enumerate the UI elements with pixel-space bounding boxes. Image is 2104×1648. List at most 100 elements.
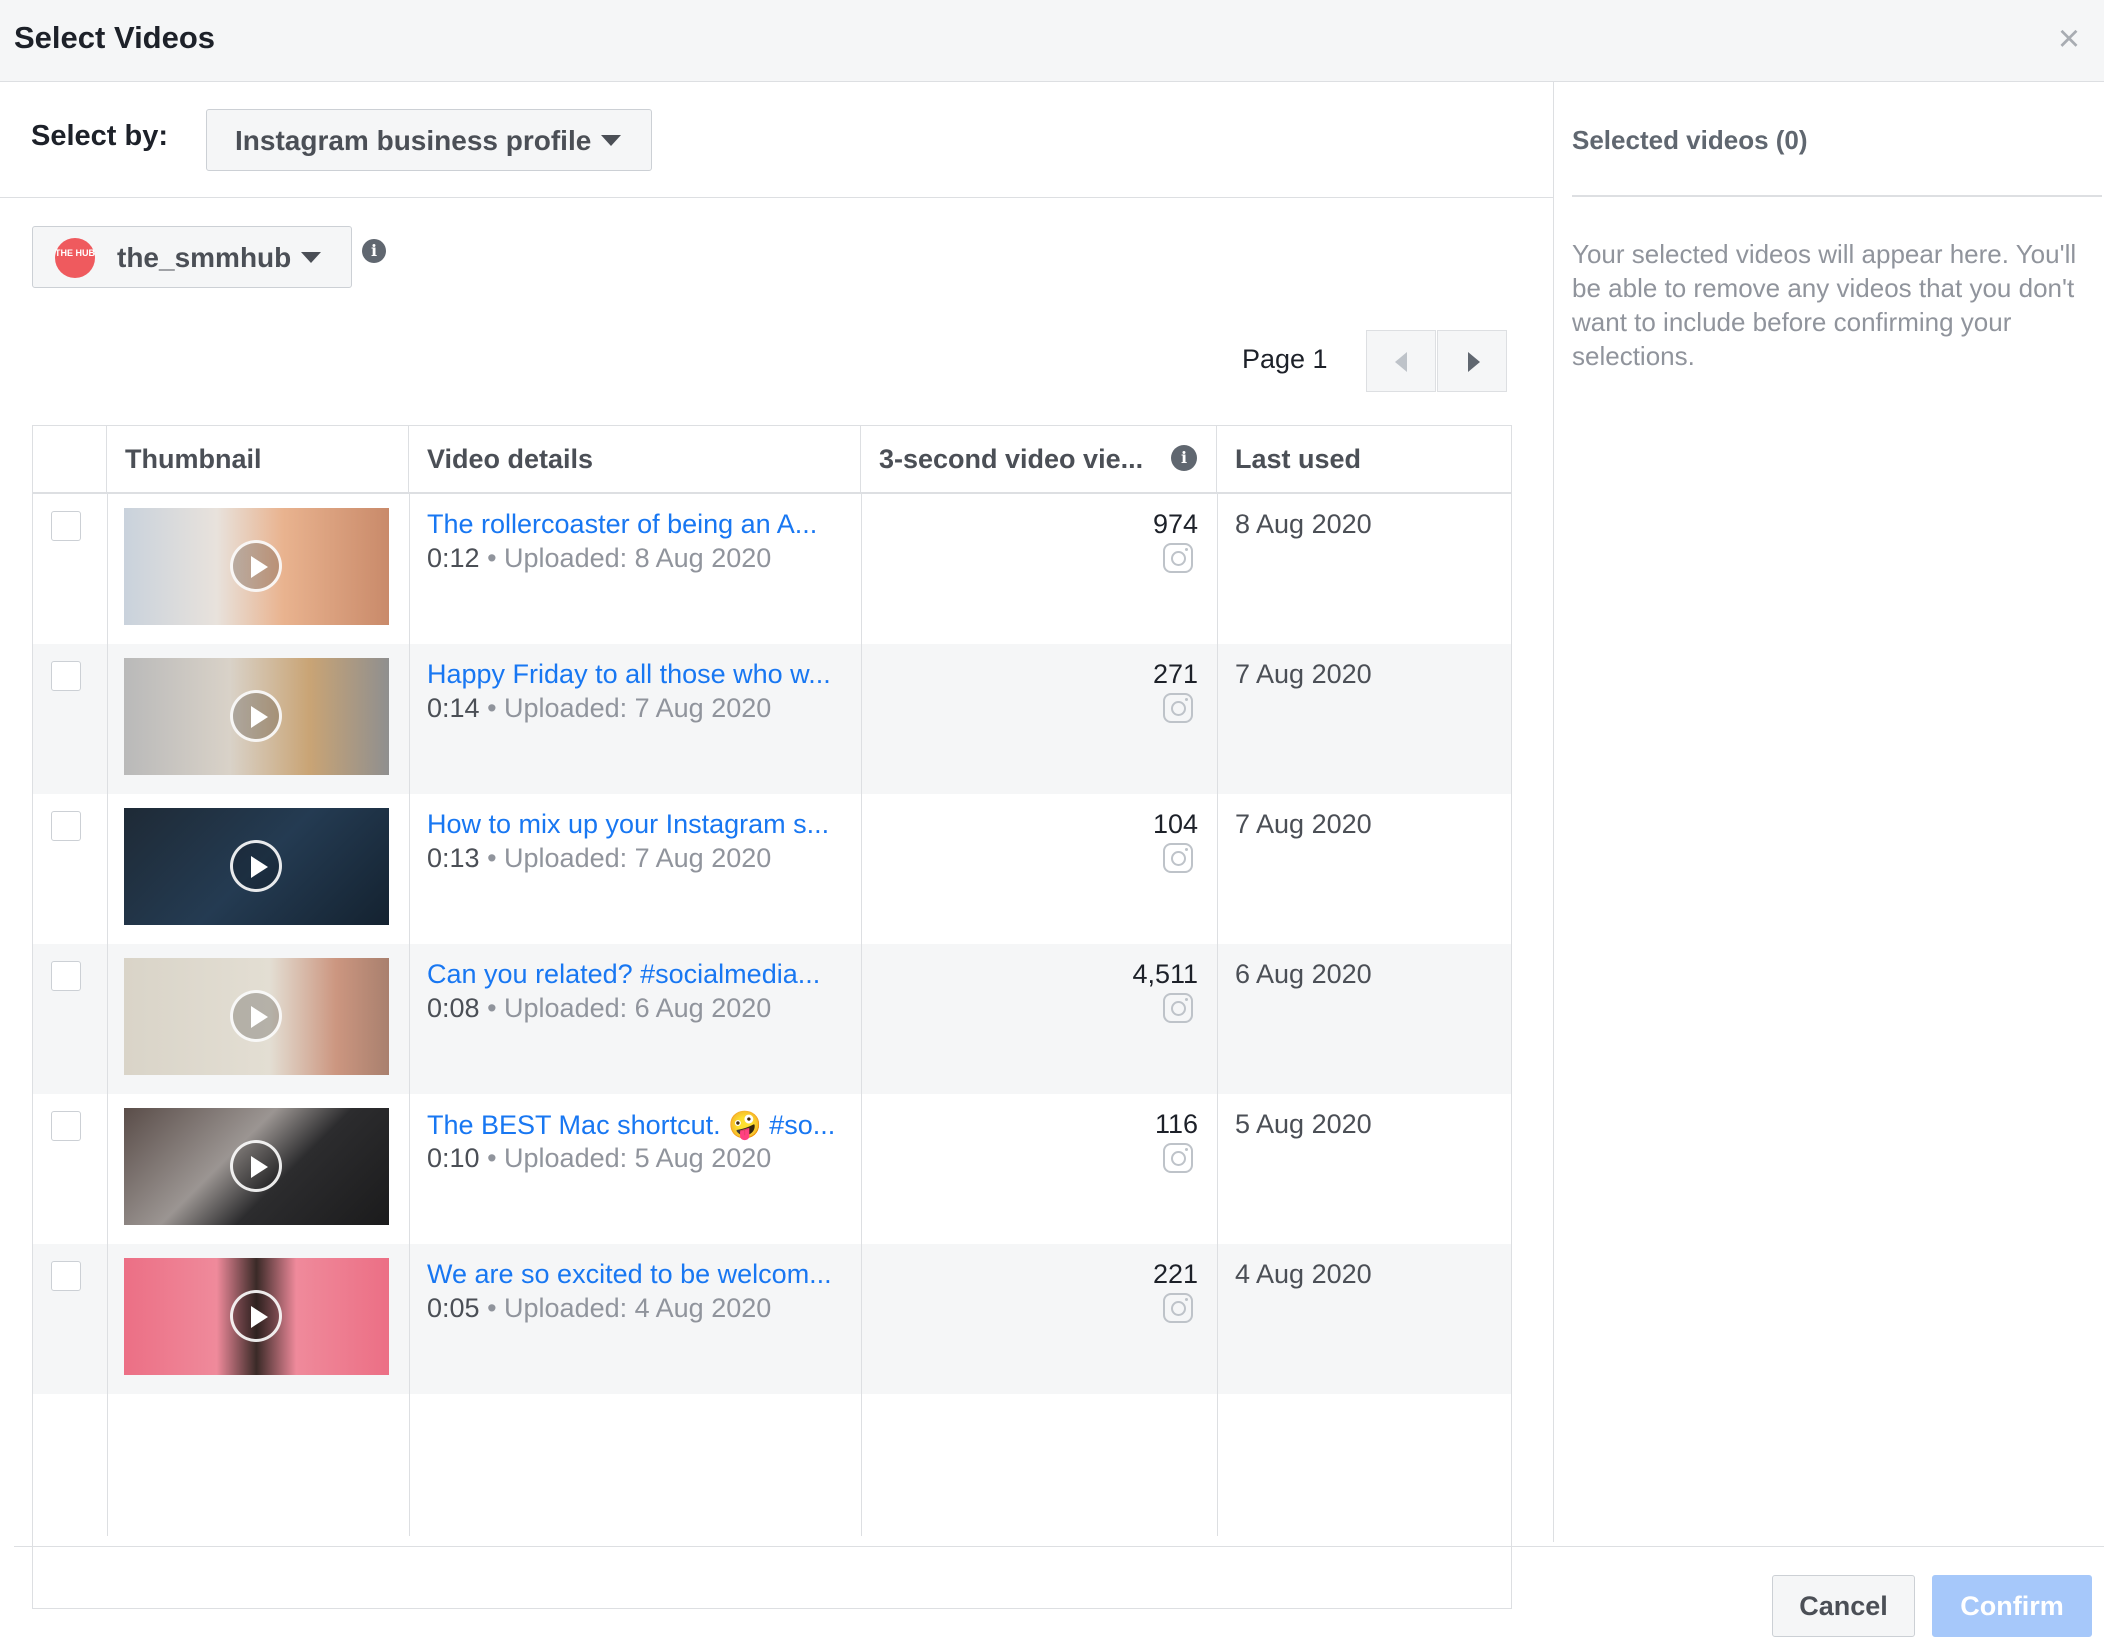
instagram-icon — [1163, 843, 1193, 873]
account-dropdown[interactable]: THE HUB the_smmhub — [32, 226, 352, 288]
video-thumbnail[interactable] — [124, 508, 389, 625]
page-indicator: Page 1 — [1242, 344, 1328, 374]
header-video-details[interactable]: Video details — [409, 426, 861, 492]
instagram-icon — [1163, 1293, 1193, 1323]
cancel-button[interactable]: Cancel — [1772, 1575, 1915, 1637]
video-title-link[interactable]: We are so excited to be welcom... — [427, 1259, 832, 1290]
video-title-link[interactable]: The rollercoaster of being an A... — [427, 509, 817, 540]
last-used-date: 5 Aug 2020 — [1235, 1109, 1372, 1139]
videos-table: Thumbnail Video details 3-second video v… — [32, 425, 1512, 1609]
row-checkbox[interactable] — [51, 511, 81, 541]
caret-down-icon — [301, 252, 321, 263]
select-by-value: Instagram business profile — [235, 125, 592, 156]
instagram-icon — [1163, 543, 1193, 573]
video-thumbnail[interactable] — [124, 658, 389, 775]
caret-down-icon — [601, 135, 621, 146]
video-title-link[interactable]: How to mix up your Instagram s... — [427, 809, 829, 840]
table-body: The rollercoaster of being an A... 0:12 •… — [33, 494, 1511, 1608]
header-thumbnail[interactable]: Thumbnail — [107, 426, 409, 492]
video-duration: 0:05 — [427, 1293, 480, 1323]
video-views: 116 — [1154, 1109, 1198, 1139]
row-checkbox[interactable] — [51, 811, 81, 841]
row-checkbox[interactable] — [51, 1111, 81, 1141]
play-icon — [230, 1140, 282, 1192]
info-icon[interactable]: i — [1171, 445, 1197, 471]
video-duration: 0:14 — [427, 693, 480, 723]
table-row[interactable]: How to mix up your Instagram s... 0:13 • … — [33, 794, 1511, 944]
video-meta: 0:12 • Uploaded: 8 Aug 2020 — [427, 543, 771, 574]
video-meta: 0:05 • Uploaded: 4 Aug 2020 — [427, 1293, 771, 1324]
bullet-separator: • — [479, 993, 505, 1023]
video-views: 974 — [1152, 509, 1198, 539]
video-views: 221 — [1152, 1259, 1198, 1289]
divider — [1572, 195, 2102, 197]
avatar: THE HUB — [55, 238, 95, 278]
video-views: 104 — [1152, 809, 1198, 839]
dialog-header: Select Videos × — [0, 0, 2104, 82]
info-icon[interactable]: i — [362, 239, 386, 263]
header-3-second-views[interactable]: 3-second video vie... — [861, 426, 1217, 492]
table-row[interactable]: The rollercoaster of being an A... 0:12 •… — [33, 494, 1511, 644]
video-uploaded-date: Uploaded: 7 Aug 2020 — [504, 693, 772, 723]
video-duration: 0:10 — [427, 1143, 480, 1173]
table-row[interactable]: Happy Friday to all those who w... 0:14 •… — [33, 644, 1511, 794]
table-row[interactable]: We are so excited to be welcom... 0:05 • … — [33, 1244, 1511, 1394]
video-meta: 0:13 • Uploaded: 7 Aug 2020 — [427, 843, 771, 874]
video-meta: 0:10 • Uploaded: 5 Aug 2020 — [427, 1143, 771, 1174]
selected-videos-empty-text: Your selected videos will appear here. Y… — [1572, 239, 2077, 371]
video-duration: 0:08 — [427, 993, 480, 1023]
dialog-title: Select Videos — [14, 20, 216, 55]
next-page-button[interactable] — [1437, 330, 1507, 392]
instagram-icon — [1163, 1143, 1193, 1173]
instagram-icon — [1163, 693, 1193, 723]
table-header: Thumbnail Video details 3-second video v… — [33, 426, 1511, 494]
row-checkbox[interactable] — [51, 961, 81, 991]
video-uploaded-date: Uploaded: 7 Aug 2020 — [504, 843, 772, 873]
account-name: the_smmhub — [117, 242, 292, 273]
instagram-icon — [1163, 993, 1193, 1023]
video-thumbnail[interactable] — [124, 958, 389, 1075]
video-uploaded-date: Uploaded: 5 Aug 2020 — [504, 1143, 772, 1173]
play-icon — [230, 840, 282, 892]
table-row[interactable]: Can you related? #socialmedia... 0:08 • U… — [33, 944, 1511, 1094]
play-icon — [230, 540, 282, 592]
selected-videos-title: Selected videos (0) — [1572, 125, 1808, 155]
video-uploaded-date: Uploaded: 4 Aug 2020 — [504, 1293, 772, 1323]
header-checkbox-column — [33, 426, 107, 492]
confirm-button[interactable]: Confirm — [1932, 1575, 2092, 1637]
select-by-dropdown[interactable]: Instagram business profile — [206, 109, 652, 171]
last-used-date: 4 Aug 2020 — [1235, 1259, 1372, 1289]
video-thumbnail[interactable] — [124, 1108, 389, 1225]
video-picker-panel: Select by: Instagram business profile TH… — [0, 82, 1553, 1609]
select-by-label: Select by: — [31, 120, 168, 152]
bullet-separator: • — [479, 1143, 505, 1173]
header-last-used[interactable]: Last used — [1217, 426, 1511, 492]
bullet-separator: • — [479, 843, 505, 873]
close-icon[interactable]: × — [2052, 20, 2086, 58]
last-used-date: 7 Aug 2020 — [1235, 809, 1372, 839]
video-thumbnail[interactable] — [124, 808, 389, 925]
previous-page-button[interactable] — [1366, 330, 1436, 392]
row-checkbox[interactable] — [51, 661, 81, 691]
video-views: 4,511 — [1132, 959, 1198, 989]
play-icon — [230, 990, 282, 1042]
row-checkbox[interactable] — [51, 1261, 81, 1291]
last-used-date: 8 Aug 2020 — [1235, 509, 1372, 539]
video-meta: 0:14 • Uploaded: 7 Aug 2020 — [427, 693, 771, 724]
video-title-link[interactable]: The BEST Mac shortcut. 🤪 #so... — [427, 1109, 835, 1141]
video-views: 271 — [1152, 659, 1198, 689]
bullet-separator: • — [479, 543, 505, 573]
triangle-left-icon — [1395, 352, 1407, 372]
video-duration: 0:13 — [427, 843, 480, 873]
video-meta: 0:08 • Uploaded: 6 Aug 2020 — [427, 993, 771, 1024]
video-thumbnail[interactable] — [124, 1258, 389, 1375]
table-row[interactable]: The BEST Mac shortcut. 🤪 #so... 0:10 • Up… — [33, 1094, 1511, 1244]
video-title-link[interactable]: Can you related? #socialmedia... — [427, 959, 820, 990]
video-title-link[interactable]: Happy Friday to all those who w... — [427, 659, 831, 690]
selected-videos-panel: Selected videos (0) Your selected videos… — [1553, 82, 2104, 1542]
video-uploaded-date: Uploaded: 6 Aug 2020 — [504, 993, 772, 1023]
video-uploaded-date: Uploaded: 8 Aug 2020 — [504, 543, 772, 573]
header-3-second-views-label: 3-second video vie... — [879, 444, 1144, 474]
bullet-separator: • — [479, 693, 505, 723]
play-icon — [230, 690, 282, 742]
